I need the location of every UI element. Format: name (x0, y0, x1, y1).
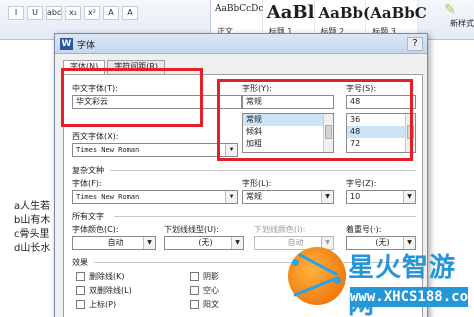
text-highlight-button[interactable]: A (103, 6, 119, 20)
style-sample: AaBbCcDc (215, 4, 264, 14)
superscript-label: 上标(P) (89, 300, 117, 309)
new-style-label: 新样式 (450, 19, 474, 28)
complex-size-select[interactable]: 10 ▼ (346, 190, 416, 204)
strikethrough-checkbox[interactable] (76, 272, 85, 281)
style-sample: AaBl (266, 2, 315, 23)
shadow-checkbox[interactable] (190, 272, 199, 281)
format-toolbar: I U abc x₂ x² A A (8, 6, 138, 20)
double-strikethrough-checkbox[interactable] (76, 286, 85, 295)
all-text-section-header: 所有文字 (72, 211, 104, 222)
superscript-checkbox[interactable] (76, 300, 85, 309)
highlight-box-style-size (217, 79, 413, 161)
complex-section-label: 复杂文种 (72, 166, 104, 175)
complex-style-select[interactable]: 常规 ▼ (242, 190, 334, 204)
underline-color-label: 下划线颜色(I): (254, 225, 306, 234)
italic-button[interactable]: I (8, 6, 24, 20)
complex-style-label: 字形(L): (242, 179, 272, 188)
western-font-select[interactable]: Times New Roman ▼ (72, 143, 238, 157)
outline-checkbox[interactable] (190, 286, 199, 295)
dropdown-arrow-icon[interactable]: ▼ (321, 191, 333, 203)
new-style-button[interactable]: ✎ 新样式 (430, 2, 474, 38)
underline-style-value: (无) (198, 238, 213, 247)
subscript-button[interactable]: x₂ (65, 6, 81, 20)
font-color-label: 字体颜色(C): (72, 225, 119, 234)
emphasis-mark-label: 着重号(·): (346, 225, 382, 234)
style-sample: AaBb( (318, 4, 371, 22)
complex-size-label: 字号(Z): (346, 179, 377, 188)
doc-line: b山有木 (14, 215, 51, 226)
highlight-box-font (61, 68, 203, 127)
effects-section-label: 效果 (72, 258, 88, 267)
effects-section-header: 效果 (72, 257, 88, 268)
dropdown-arrow-icon[interactable]: ▼ (403, 191, 415, 203)
complex-font-select[interactable]: Times New Roman ▼ (72, 190, 238, 204)
emboss-label: 阳文 (203, 300, 219, 309)
strikethrough-button[interactable]: abc (46, 6, 62, 20)
site-watermark: 星火智游网 www.XHCS188.com (286, 241, 474, 317)
font-color-select[interactable]: 自动 ▼ (72, 236, 156, 250)
western-font-value: Times New Roman (76, 146, 140, 154)
shadow-label: 阴影 (203, 272, 219, 281)
complex-style-value: 常规 (246, 192, 262, 201)
underline-style-label: 下划线线型(U): (164, 225, 219, 234)
help-button[interactable]: ? (407, 37, 423, 51)
document-text: a人生若 b山有木 c骨头里 d山长水 (14, 200, 50, 256)
dropdown-arrow-icon[interactable]: ▼ (231, 237, 243, 249)
doc-line: a人生若 (14, 201, 51, 212)
watermark-dot (292, 259, 299, 266)
western-font-label: 西文字体(X): (72, 132, 119, 141)
doc-line: d山长水 (14, 243, 51, 254)
double-strikethrough-label: 双删除线(L) (89, 286, 132, 295)
dialog-titlebar[interactable]: W 字体 ? (55, 34, 427, 54)
word-app-icon: W (60, 38, 73, 50)
dropdown-arrow-icon[interactable]: ▼ (225, 191, 237, 203)
doc-line: c骨头里 (14, 229, 50, 240)
underline-button[interactable]: U (27, 6, 43, 20)
style-sample: AaBbC (370, 4, 427, 22)
strikethrough-label: 删除线(K) (89, 272, 125, 281)
complex-size-value: 10 (350, 192, 361, 201)
dropdown-arrow-icon[interactable]: ▼ (143, 237, 155, 249)
complex-font-label: 字体(F): (72, 179, 102, 188)
all-text-section-label: 所有文字 (72, 212, 104, 221)
watermark-url: www.XHCS188.com (350, 287, 474, 307)
complex-section-header: 复杂文种 (72, 165, 104, 176)
outline-label: 空心 (203, 286, 219, 295)
superscript-button[interactable]: x² (84, 6, 100, 20)
complex-font-value: Times New Roman (76, 193, 140, 201)
font-color-button[interactable]: A (122, 6, 138, 20)
new-style-icon: ✎ (444, 2, 456, 18)
underline-style-select[interactable]: (无) ▼ (164, 236, 244, 250)
watermark-dot (334, 277, 341, 284)
dialog-title: 字体 (77, 41, 96, 51)
emboss-checkbox[interactable] (190, 300, 199, 309)
font-color-value: 自动 (107, 238, 124, 247)
